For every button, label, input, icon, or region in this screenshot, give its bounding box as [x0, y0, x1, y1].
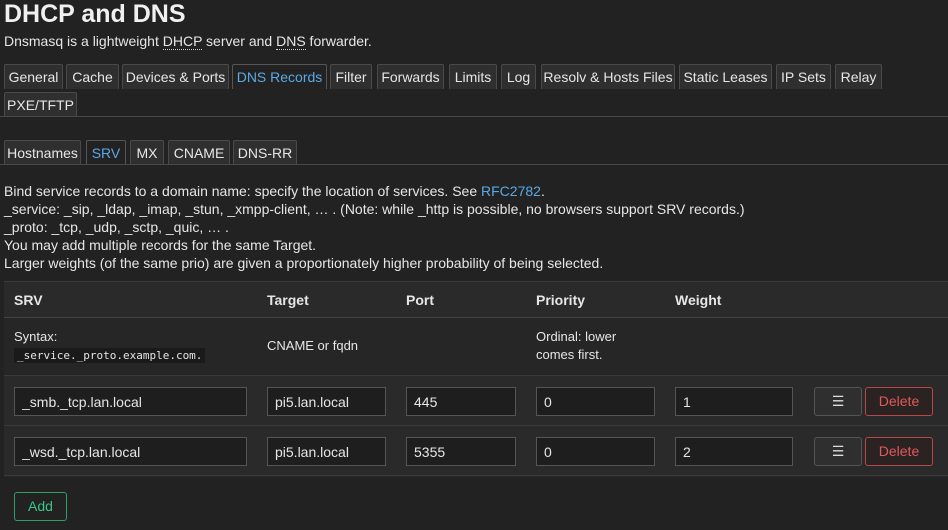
tab-filter[interactable]: Filter: [330, 64, 372, 89]
subtab-dns-rr[interactable]: DNS-RR: [233, 140, 297, 165]
weight-input[interactable]: [675, 437, 793, 466]
target-hint: CNAME or fqdn: [267, 338, 359, 353]
sub-tab-divider: [0, 164, 948, 165]
tab-pxe-tftp[interactable]: PXE/TFTP: [4, 92, 77, 117]
priority-hint: Ordinal: lower comes first.: [536, 329, 617, 362]
page-description: Dnsmasq is a lightweight DHCP server and…: [4, 33, 372, 50]
table-hint-row: Syntax: _service._proto.example.com. CNA…: [4, 318, 948, 376]
target-input[interactable]: [267, 437, 386, 466]
subtab-mx[interactable]: MX: [130, 140, 164, 165]
tab-ip-sets[interactable]: IP Sets: [776, 64, 831, 89]
hamburger-icon: ☰: [831, 393, 845, 409]
col-srv: SRV: [14, 292, 43, 308]
col-port: Port: [406, 292, 434, 308]
port-input[interactable]: [406, 437, 516, 466]
col-weight: Weight: [675, 292, 722, 308]
srv-table: SRV Target Port Priority Weight Syntax: …: [4, 281, 948, 477]
rfc2782-link[interactable]: RFC2782: [481, 183, 541, 199]
srv-input[interactable]: [14, 437, 247, 466]
info-line-5: Larger weights (of the same prio) are gi…: [4, 255, 604, 271]
weight-input[interactable]: [675, 387, 793, 416]
tab-limits[interactable]: Limits: [449, 64, 497, 89]
abbr-dns: DNS: [276, 33, 306, 50]
subtab-srv[interactable]: SRV: [86, 140, 126, 165]
table-row: ☰ Delete: [4, 426, 948, 476]
port-input[interactable]: [406, 387, 516, 416]
tab-resolv-hosts[interactable]: Resolv & Hosts Files: [541, 64, 675, 89]
tab-devices-ports[interactable]: Devices & Ports: [122, 64, 229, 89]
col-target: Target: [267, 292, 309, 308]
delete-button[interactable]: Delete: [865, 437, 933, 466]
tab-dns-records[interactable]: DNS Records: [232, 64, 327, 89]
subtab-hostnames[interactable]: Hostnames: [4, 140, 81, 165]
tab-static-leases[interactable]: Static Leases: [679, 64, 772, 89]
info-line-4: You may add multiple records for the sam…: [4, 237, 317, 253]
tab-forwards[interactable]: Forwards: [377, 64, 444, 89]
info-line-1: Bind service records to a domain name: s…: [4, 183, 545, 199]
hamburger-icon: ☰: [831, 443, 845, 459]
srv-syntax-code: _service._proto.example.com.: [14, 348, 206, 363]
srv-input[interactable]: [14, 387, 247, 416]
row-menu-button[interactable]: ☰: [814, 437, 862, 466]
delete-button[interactable]: Delete: [865, 387, 933, 416]
abbr-dhcp: DHCP: [162, 33, 203, 50]
tab-general[interactable]: General: [4, 64, 63, 89]
srv-info: Bind service records to a domain name: s…: [4, 182, 745, 272]
srv-syntax-hint: Syntax: _service._proto.example.com.: [14, 328, 206, 365]
tab-cache[interactable]: Cache: [66, 64, 119, 89]
table-header: SRV Target Port Priority Weight: [4, 281, 948, 318]
tab-log[interactable]: Log: [501, 64, 536, 89]
priority-input[interactable]: [536, 437, 655, 466]
info-line-2: _service: _sip, _ldap, _imap, _stun, _xm…: [4, 201, 745, 217]
col-priority: Priority: [536, 292, 586, 308]
main-tab-divider: [0, 116, 948, 117]
add-button[interactable]: Add: [14, 492, 67, 521]
page-title: DHCP and DNS: [4, 0, 186, 28]
info-line-3: _proto: _tcp, _udp, _sctp, _quic, … .: [4, 219, 229, 235]
table-row: ☰ Delete: [4, 376, 948, 426]
target-input[interactable]: [267, 387, 386, 416]
priority-input[interactable]: [536, 387, 655, 416]
tab-relay[interactable]: Relay: [835, 64, 882, 89]
subtab-cname[interactable]: CNAME: [168, 140, 230, 165]
row-menu-button[interactable]: ☰: [814, 387, 862, 416]
